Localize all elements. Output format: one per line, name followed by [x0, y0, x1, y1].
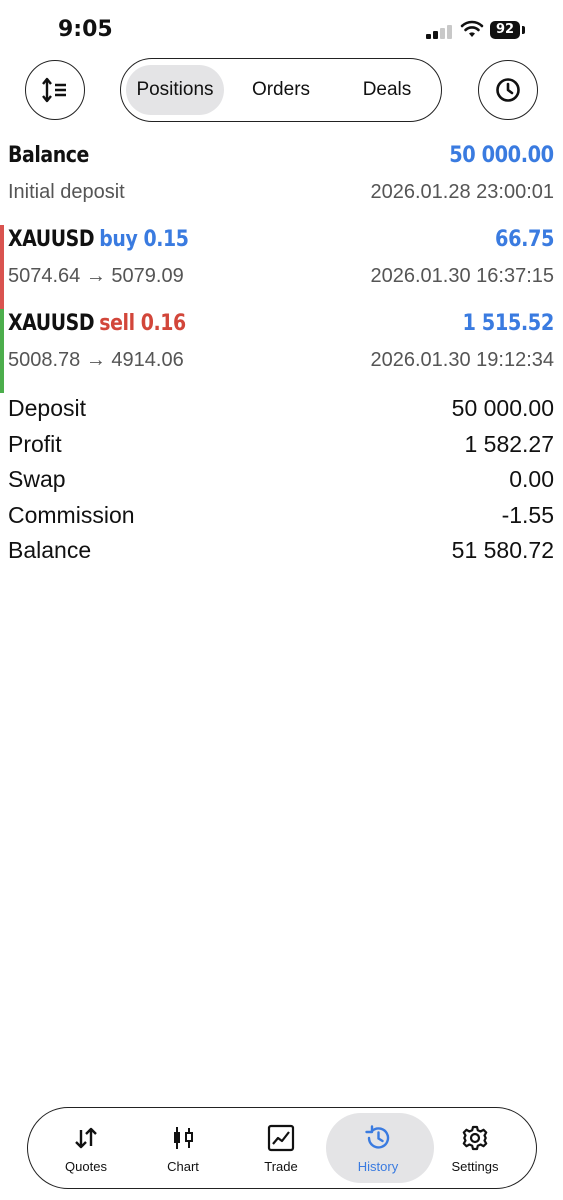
deal-row[interactable]: XAUUSD sell 0.16 1 515.52 5008.78 → 4914.…: [0, 309, 563, 395]
deal-prices: 5008.78 → 4914.06: [8, 349, 184, 371]
wifi-icon: [460, 20, 484, 37]
deal-symbol: XAUUSD: [8, 227, 95, 252]
summary-label: Commission: [8, 501, 135, 528]
summary-row-profit: Profit 1 582.27: [0, 431, 563, 467]
summary-value: -1.55: [501, 501, 554, 528]
summary-label: Deposit: [8, 395, 86, 421]
deal-title: XAUUSD buy 0.15: [8, 227, 189, 252]
balance-description: Initial deposit: [8, 181, 125, 203]
deal-profit: 66.75: [494, 227, 554, 252]
deal-prices: 5074.64 → 5079.09: [8, 265, 184, 287]
tab-orders[interactable]: Orders: [233, 65, 329, 115]
summary-value: 0.00: [509, 466, 554, 492]
tab-label: Settings: [451, 1159, 499, 1174]
tab-settings[interactable]: Settings: [425, 1108, 525, 1187]
tab-trade[interactable]: Trade: [231, 1108, 331, 1187]
deal-profit: 1 515.52: [462, 311, 555, 336]
deal-datetime: 2026.01.30 16:37:15: [370, 265, 554, 287]
quotes-icon: [75, 1127, 97, 1149]
battery-nub: [522, 26, 525, 34]
cellular-signal-icon: [426, 23, 454, 39]
summary-row-swap: Swap 0.00: [0, 466, 563, 502]
summary-row-balance: Balance 51 580.72: [0, 537, 563, 573]
summary-row-commission: Commission -1.55: [0, 502, 563, 538]
tab-label: Quotes: [65, 1159, 107, 1174]
battery-indicator: 92: [490, 21, 520, 39]
balance-amount: 50 000.00: [449, 143, 555, 168]
summary-section: Deposit 50 000.00 Profit 1 582.27 Swap 0…: [0, 395, 563, 573]
summary-value: 51 580.72: [451, 537, 554, 563]
tab-quotes[interactable]: Quotes: [36, 1108, 136, 1187]
clock-icon: [496, 78, 520, 102]
summary-label: Balance: [8, 537, 92, 563]
history-icon: [365, 1125, 390, 1149]
balance-datetime: 2026.01.28 23:00:01: [370, 181, 554, 203]
status-time: 9:05: [58, 17, 113, 42]
bottom-tab-bar: Quotes Chart Trade History Settings: [27, 1107, 537, 1189]
summary-value: 1 582.27: [464, 430, 554, 457]
summary-label: Profit: [8, 430, 62, 457]
trade-chart-icon: [267, 1124, 295, 1152]
summary-label: Swap: [8, 466, 66, 492]
tab-label: Chart: [167, 1159, 199, 1174]
summary-value: 50 000.00: [451, 395, 554, 421]
deal-title: XAUUSD sell 0.16: [8, 311, 186, 336]
deal-datetime: 2026.01.30 19:12:34: [370, 349, 554, 371]
tab-label: Trade: [264, 1159, 298, 1174]
tab-history[interactable]: History: [326, 1108, 434, 1187]
balance-entry[interactable]: Balance 50 000.00 Initial deposit 2026.0…: [0, 143, 563, 227]
tab-label: History: [357, 1159, 399, 1174]
candlestick-chart-icon: [174, 1127, 193, 1149]
deal-symbol: XAUUSD: [8, 311, 95, 336]
period-button[interactable]: [478, 60, 538, 120]
deal-side-indicator: [0, 309, 4, 393]
deal-row[interactable]: XAUUSD buy 0.15 66.75 5074.64 → 5079.09 2…: [0, 225, 563, 311]
tab-positions[interactable]: Positions: [126, 65, 224, 115]
balance-title: Balance: [8, 143, 89, 168]
deal-direction: sell 0.16: [99, 311, 186, 336]
deal-direction: buy 0.15: [99, 227, 189, 252]
summary-row-deposit: Deposit 50 000.00: [0, 395, 563, 431]
sort-icon: [42, 77, 66, 103]
tab-chart[interactable]: Chart: [133, 1108, 233, 1187]
view-segmented-control: Positions Orders Deals: [120, 58, 442, 122]
sort-button[interactable]: [25, 60, 85, 120]
deal-side-indicator: [0, 225, 4, 309]
tab-deals[interactable]: Deals: [339, 65, 435, 115]
status-bar: 9:05 92: [0, 0, 563, 60]
gear-icon: [462, 1125, 488, 1151]
